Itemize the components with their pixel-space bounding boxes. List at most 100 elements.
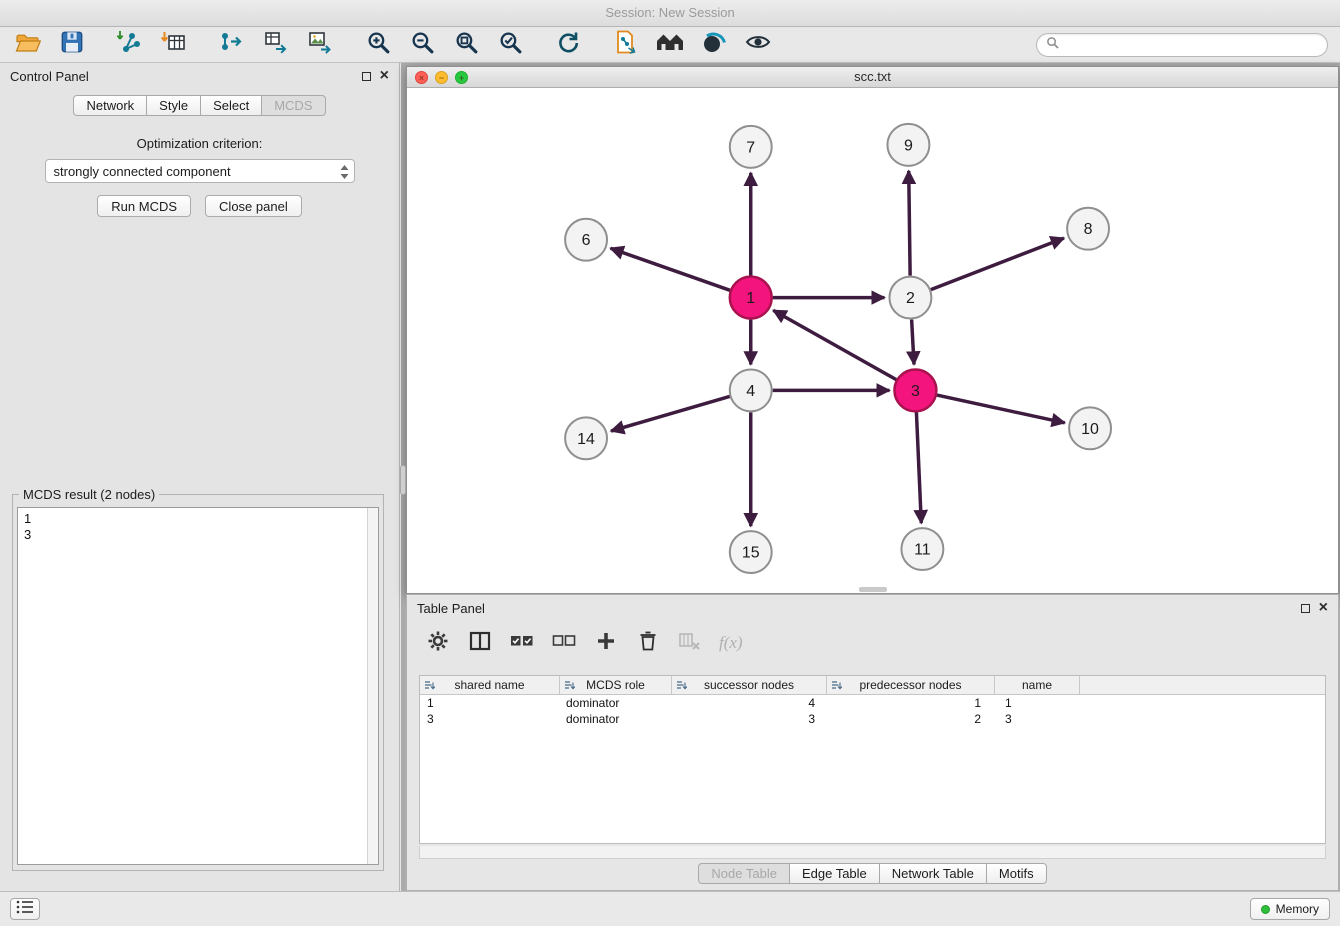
float-panel-icon[interactable] [362, 72, 371, 81]
zoom-in-icon [366, 30, 391, 60]
mcds-result-list[interactable]: 13 [18, 508, 367, 864]
graph-edge-3-1[interactable] [773, 310, 896, 379]
table-panel-header: Table Panel × [407, 595, 1338, 621]
table-cell-successor[interactable]: 4 [672, 696, 827, 710]
network-document-icon [613, 29, 639, 60]
tab-motifs[interactable]: Motifs [986, 863, 1047, 884]
criterion-dropdown[interactable]: strongly connected component [45, 159, 355, 183]
tab-network[interactable]: Network [73, 95, 147, 116]
export-table-button[interactable] [260, 30, 292, 60]
column-label: MCDS role [586, 678, 645, 692]
graph-edge-2-8[interactable] [931, 238, 1064, 289]
table-toolbar: f(x) [417, 623, 1328, 663]
graph-edge-2-3[interactable] [912, 320, 914, 365]
tab-edge-table[interactable]: Edge Table [789, 863, 880, 884]
graph-node-label: 1 [746, 290, 755, 307]
float-table-panel-icon[interactable] [1301, 604, 1310, 613]
window-titlebar: Session: New Session [0, 0, 1340, 27]
column-header-shared-name[interactable]: shared name [420, 676, 560, 694]
style-analyzer-button[interactable] [698, 30, 730, 60]
export-network-button[interactable] [216, 30, 248, 60]
zoom-in-button[interactable] [362, 30, 394, 60]
unselect-all-columns-button[interactable] [551, 630, 577, 656]
zoom-out-button[interactable] [406, 30, 438, 60]
run-mcds-button[interactable]: Run MCDS [97, 195, 191, 217]
graph-node-label: 9 [904, 137, 913, 154]
function-builder-button[interactable]: f(x) [719, 633, 743, 653]
task-history-button[interactable] [10, 898, 40, 920]
table-settings-button[interactable] [425, 630, 451, 656]
save-session-button[interactable] [56, 30, 88, 60]
table-cell-shared_name[interactable]: 3 [420, 712, 560, 726]
panel-divider-handle[interactable] [400, 465, 406, 495]
search-input[interactable] [1064, 38, 1318, 52]
close-window-icon[interactable]: × [415, 71, 428, 84]
tab-network-table[interactable]: Network Table [879, 863, 987, 884]
table-cell-mcds_role[interactable]: dominator [560, 696, 672, 710]
copy-network-button[interactable] [610, 30, 642, 60]
tab-style[interactable]: Style [146, 95, 201, 116]
main-toolbar [0, 27, 1340, 63]
graph-edge-3-11[interactable] [916, 412, 921, 523]
graph-node-label: 8 [1084, 221, 1093, 238]
optimization-criterion-label: Optimization criterion: [0, 136, 399, 151]
control-panel-tabs: Network Style Select MCDS [0, 95, 399, 116]
tab-select[interactable]: Select [200, 95, 262, 116]
table-cell-predecessor[interactable]: 2 [827, 712, 995, 726]
toggle-view-button[interactable] [742, 30, 774, 60]
delete-column-icon [678, 630, 702, 657]
column-header-successor-nodes[interactable]: successor nodes [672, 676, 827, 694]
minimize-window-icon[interactable]: − [435, 71, 448, 84]
maximize-window-icon[interactable]: + [455, 71, 468, 84]
mcds-result-item: 1 [24, 511, 361, 527]
close-panel-button[interactable]: Close panel [205, 195, 302, 217]
table-cell-successor[interactable]: 3 [672, 712, 827, 726]
zoom-selected-button[interactable] [494, 30, 526, 60]
column-label: name [1022, 678, 1052, 692]
horizontal-scrollbar-thumb[interactable] [859, 587, 887, 592]
table-cell-shared_name[interactable]: 1 [420, 696, 560, 710]
graph-edge-2-9[interactable] [909, 171, 910, 276]
home-button[interactable] [654, 30, 686, 60]
table-panel: Table Panel × [406, 594, 1339, 891]
close-panel-icon[interactable]: × [380, 70, 389, 82]
graph-node-label: 4 [746, 383, 755, 400]
sort-icon [676, 680, 687, 694]
graph-edge-4-14[interactable] [611, 396, 730, 431]
misc-tool-group [610, 30, 774, 60]
table-row[interactable]: 1dominator411 [420, 695, 1325, 711]
export-image-button[interactable] [304, 30, 336, 60]
create-column-button[interactable] [593, 630, 619, 656]
select-all-columns-button[interactable] [509, 630, 535, 656]
delete-column-button[interactable] [677, 630, 703, 656]
column-header-mcds-role[interactable]: MCDS role [560, 676, 672, 694]
tab-mcds[interactable]: MCDS [261, 95, 325, 116]
table-row[interactable]: 3dominator323 [420, 711, 1325, 727]
column-header-name[interactable]: name [995, 676, 1080, 694]
toolbar-search-field[interactable] [1036, 33, 1328, 57]
column-header-predecessor-nodes[interactable]: predecessor nodes [827, 676, 995, 694]
refresh-button[interactable] [552, 30, 584, 60]
table-horizontal-scrollbar[interactable] [419, 846, 1326, 859]
zoom-fit-button[interactable] [450, 30, 482, 60]
tab-node-table[interactable]: Node Table [698, 863, 790, 884]
mcds-result-title: MCDS result (2 nodes) [19, 487, 159, 502]
table-cell-name[interactable]: 3 [995, 712, 1080, 726]
column-browser-button[interactable] [467, 630, 493, 656]
table-cell-predecessor[interactable]: 1 [827, 696, 995, 710]
import-table-button[interactable] [158, 30, 190, 60]
memory-button[interactable]: Memory [1250, 898, 1330, 920]
table-cell-name[interactable]: 1 [995, 696, 1080, 710]
graph-edge-1-6[interactable] [611, 248, 730, 290]
open-session-button[interactable] [12, 30, 44, 60]
search-icon [1046, 36, 1059, 54]
network-graph[interactable]: 1234678910111415 [407, 88, 1338, 593]
import-network-button[interactable] [114, 30, 146, 60]
close-table-panel-icon[interactable]: × [1319, 602, 1328, 614]
delete-row-button[interactable] [635, 630, 661, 656]
result-scrollbar[interactable] [367, 508, 378, 864]
network-canvas[interactable]: 1234678910111415 [407, 88, 1338, 593]
graph-edge-3-10[interactable] [937, 395, 1065, 423]
edge-layer [611, 171, 1065, 526]
table-cell-mcds_role[interactable]: dominator [560, 712, 672, 726]
